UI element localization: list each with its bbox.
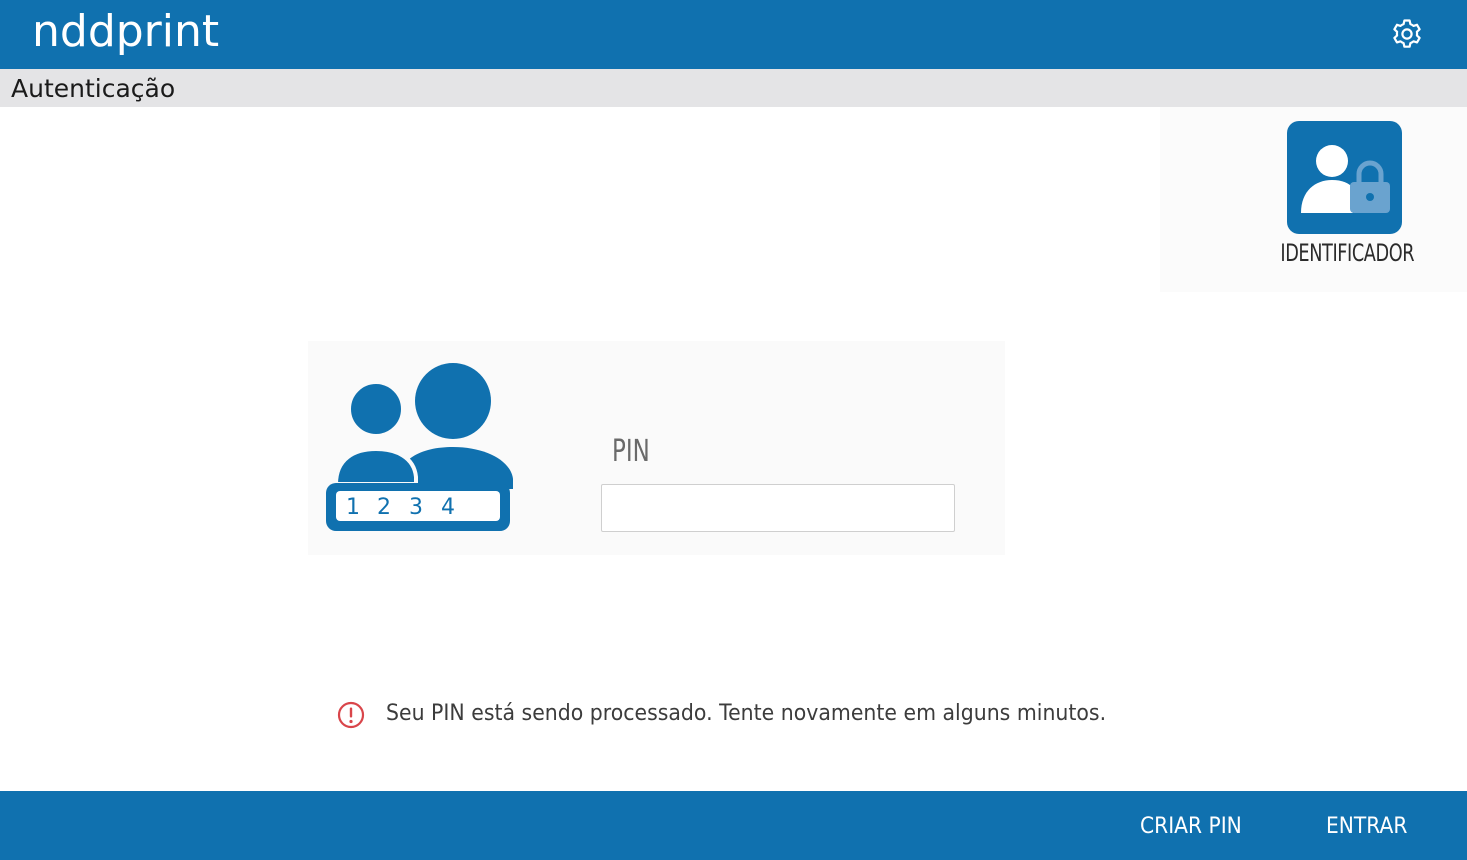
title-bar: Autenticação [0, 69, 1467, 107]
error-icon [337, 701, 365, 729]
header-bar: nddprint [0, 0, 1467, 69]
pin-digit-4: 4 [441, 495, 455, 520]
user-lock-icon [1301, 145, 1390, 213]
identifier-button[interactable]: IDENTIFICADOR [1266, 118, 1426, 278]
pin-label: PIN [612, 434, 650, 469]
authentication-screen: nddprint Autenticação IDENTIFICADOR 1 2 … [0, 0, 1467, 860]
page-title: Autenticação [11, 74, 176, 103]
enter-button[interactable]: ENTRAR [1326, 809, 1407, 845]
create-pin-button[interactable]: CRIAR PIN [1140, 809, 1242, 845]
pin-digit-2: 2 [377, 495, 391, 520]
pin-digit-1: 1 [346, 495, 360, 520]
status-message-text: Seu PIN está sendo processado. Tente nov… [386, 701, 1107, 726]
settings-button[interactable] [1390, 17, 1424, 51]
nddprint-logo: nddprint [32, 6, 220, 57]
footer-bar: CRIAR PIN ENTRAR [0, 791, 1467, 860]
users-pin-icon: 1 2 3 4 [326, 363, 513, 531]
pin-card: 1 2 3 4 PIN [308, 341, 1005, 555]
pin-input[interactable] [601, 484, 955, 532]
identifier-label: IDENTIFICADOR [1280, 239, 1415, 267]
gear-icon [1393, 19, 1421, 48]
pin-digit-3: 3 [409, 495, 423, 520]
identifier-tile [1287, 121, 1402, 234]
